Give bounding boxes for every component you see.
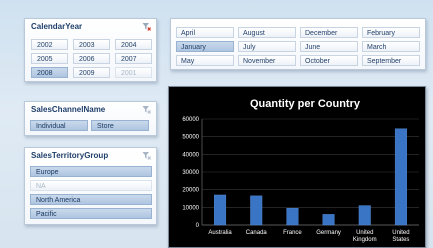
slicer-item-month[interactable]: October xyxy=(300,55,358,66)
slicer-item-year[interactable]: 2009 xyxy=(73,67,110,78)
chart-canvas: Quantity per Country 0 10000 20000 30000 400… xyxy=(182,98,419,243)
slicer-title: SalesChannelName xyxy=(31,105,106,114)
slicer-header: SalesChannelName xyxy=(25,102,156,118)
y-tick-label: 20000 xyxy=(182,188,199,194)
slicer-item-year[interactable]: 2004 xyxy=(115,39,152,50)
slicer-header: SalesTerritoryGroup xyxy=(25,148,156,164)
bar xyxy=(394,128,407,226)
clear-filter-icon[interactable] xyxy=(142,22,151,31)
x-tick-label: United xyxy=(392,230,409,236)
slicer-item-territory[interactable]: North America xyxy=(30,194,152,205)
chart-title: Quantity per Country xyxy=(250,98,361,110)
x-tick-label: Canada xyxy=(246,230,268,236)
y-tick-label: 60000 xyxy=(182,117,199,123)
month-slicer: April August December February January J… xyxy=(170,18,426,70)
bar xyxy=(250,195,263,226)
x-tick-label: France xyxy=(283,230,302,236)
clear-filter-icon[interactable] xyxy=(142,151,151,160)
slicer-item-territory[interactable]: Pacific xyxy=(30,208,152,219)
slicer-item-year[interactable]: 2006 xyxy=(73,53,110,64)
slicer-item-month[interactable]: January xyxy=(176,41,234,52)
y-tick-label: 0 xyxy=(196,223,200,229)
bar xyxy=(214,194,227,226)
slicer-item-year[interactable]: 2002 xyxy=(31,39,68,50)
sales-channel-slicer: SalesChannelName Individual Store xyxy=(24,101,157,136)
slicer-item-year[interactable]: 2005 xyxy=(31,53,68,64)
y-tick-label: 40000 xyxy=(182,152,199,158)
y-tick-label: 50000 xyxy=(182,135,199,141)
slicer-item-year[interactable]: 2007 xyxy=(115,53,152,64)
bar xyxy=(322,214,335,226)
slicer-item-month[interactable]: December xyxy=(300,27,358,38)
slicer-title: SalesTerritoryGroup xyxy=(31,151,109,160)
slicer-item-month[interactable]: September xyxy=(362,55,420,66)
y-tick-label: 30000 xyxy=(182,170,199,176)
x-tick-label: United xyxy=(356,230,373,236)
slicer-item-year[interactable]: 2001 xyxy=(115,67,152,78)
y-tick-label: 10000 xyxy=(182,205,199,211)
slicer-header: CalendarYear xyxy=(25,19,156,35)
slicer-item-year[interactable]: 2003 xyxy=(73,39,110,50)
x-tick-label: Germany xyxy=(316,230,341,236)
slicer-item-territory[interactable]: Europe xyxy=(30,166,152,177)
slicer-item-month[interactable]: August xyxy=(238,27,296,38)
sales-territory-slicer: SalesTerritoryGroup Europe NA North Amer… xyxy=(24,147,157,225)
slicer-item-month[interactable]: March xyxy=(362,41,420,52)
slicer-item-month[interactable]: February xyxy=(362,27,420,38)
calendar-year-slicer: CalendarYear 2002 2003 2004 2005 2006 20… xyxy=(24,18,157,82)
slicer-item-month[interactable]: May xyxy=(176,55,234,66)
slicer-item-month[interactable]: June xyxy=(300,41,358,52)
slicer-item-year[interactable]: 2008 xyxy=(31,67,68,78)
slicer-item-channel[interactable]: Store xyxy=(91,120,149,131)
bar xyxy=(286,208,299,226)
quantity-per-country-chart[interactable]: Quantity per Country 0 10000 20000 30000 400… xyxy=(168,86,426,248)
x-tick-label: Kingdom xyxy=(353,237,377,243)
slicer-item-month[interactable]: November xyxy=(238,55,296,66)
slicer-item-month[interactable]: April xyxy=(176,27,234,38)
slicer-title: CalendarYear xyxy=(31,22,83,31)
slicer-item-territory[interactable]: NA xyxy=(30,180,152,191)
bar xyxy=(358,205,371,226)
slicer-item-month[interactable]: July xyxy=(238,41,296,52)
x-tick-label: Australia xyxy=(208,230,232,236)
clear-filter-icon[interactable] xyxy=(142,105,151,114)
x-tick-label: States xyxy=(392,237,409,243)
slicer-item-channel[interactable]: Individual xyxy=(30,120,88,131)
